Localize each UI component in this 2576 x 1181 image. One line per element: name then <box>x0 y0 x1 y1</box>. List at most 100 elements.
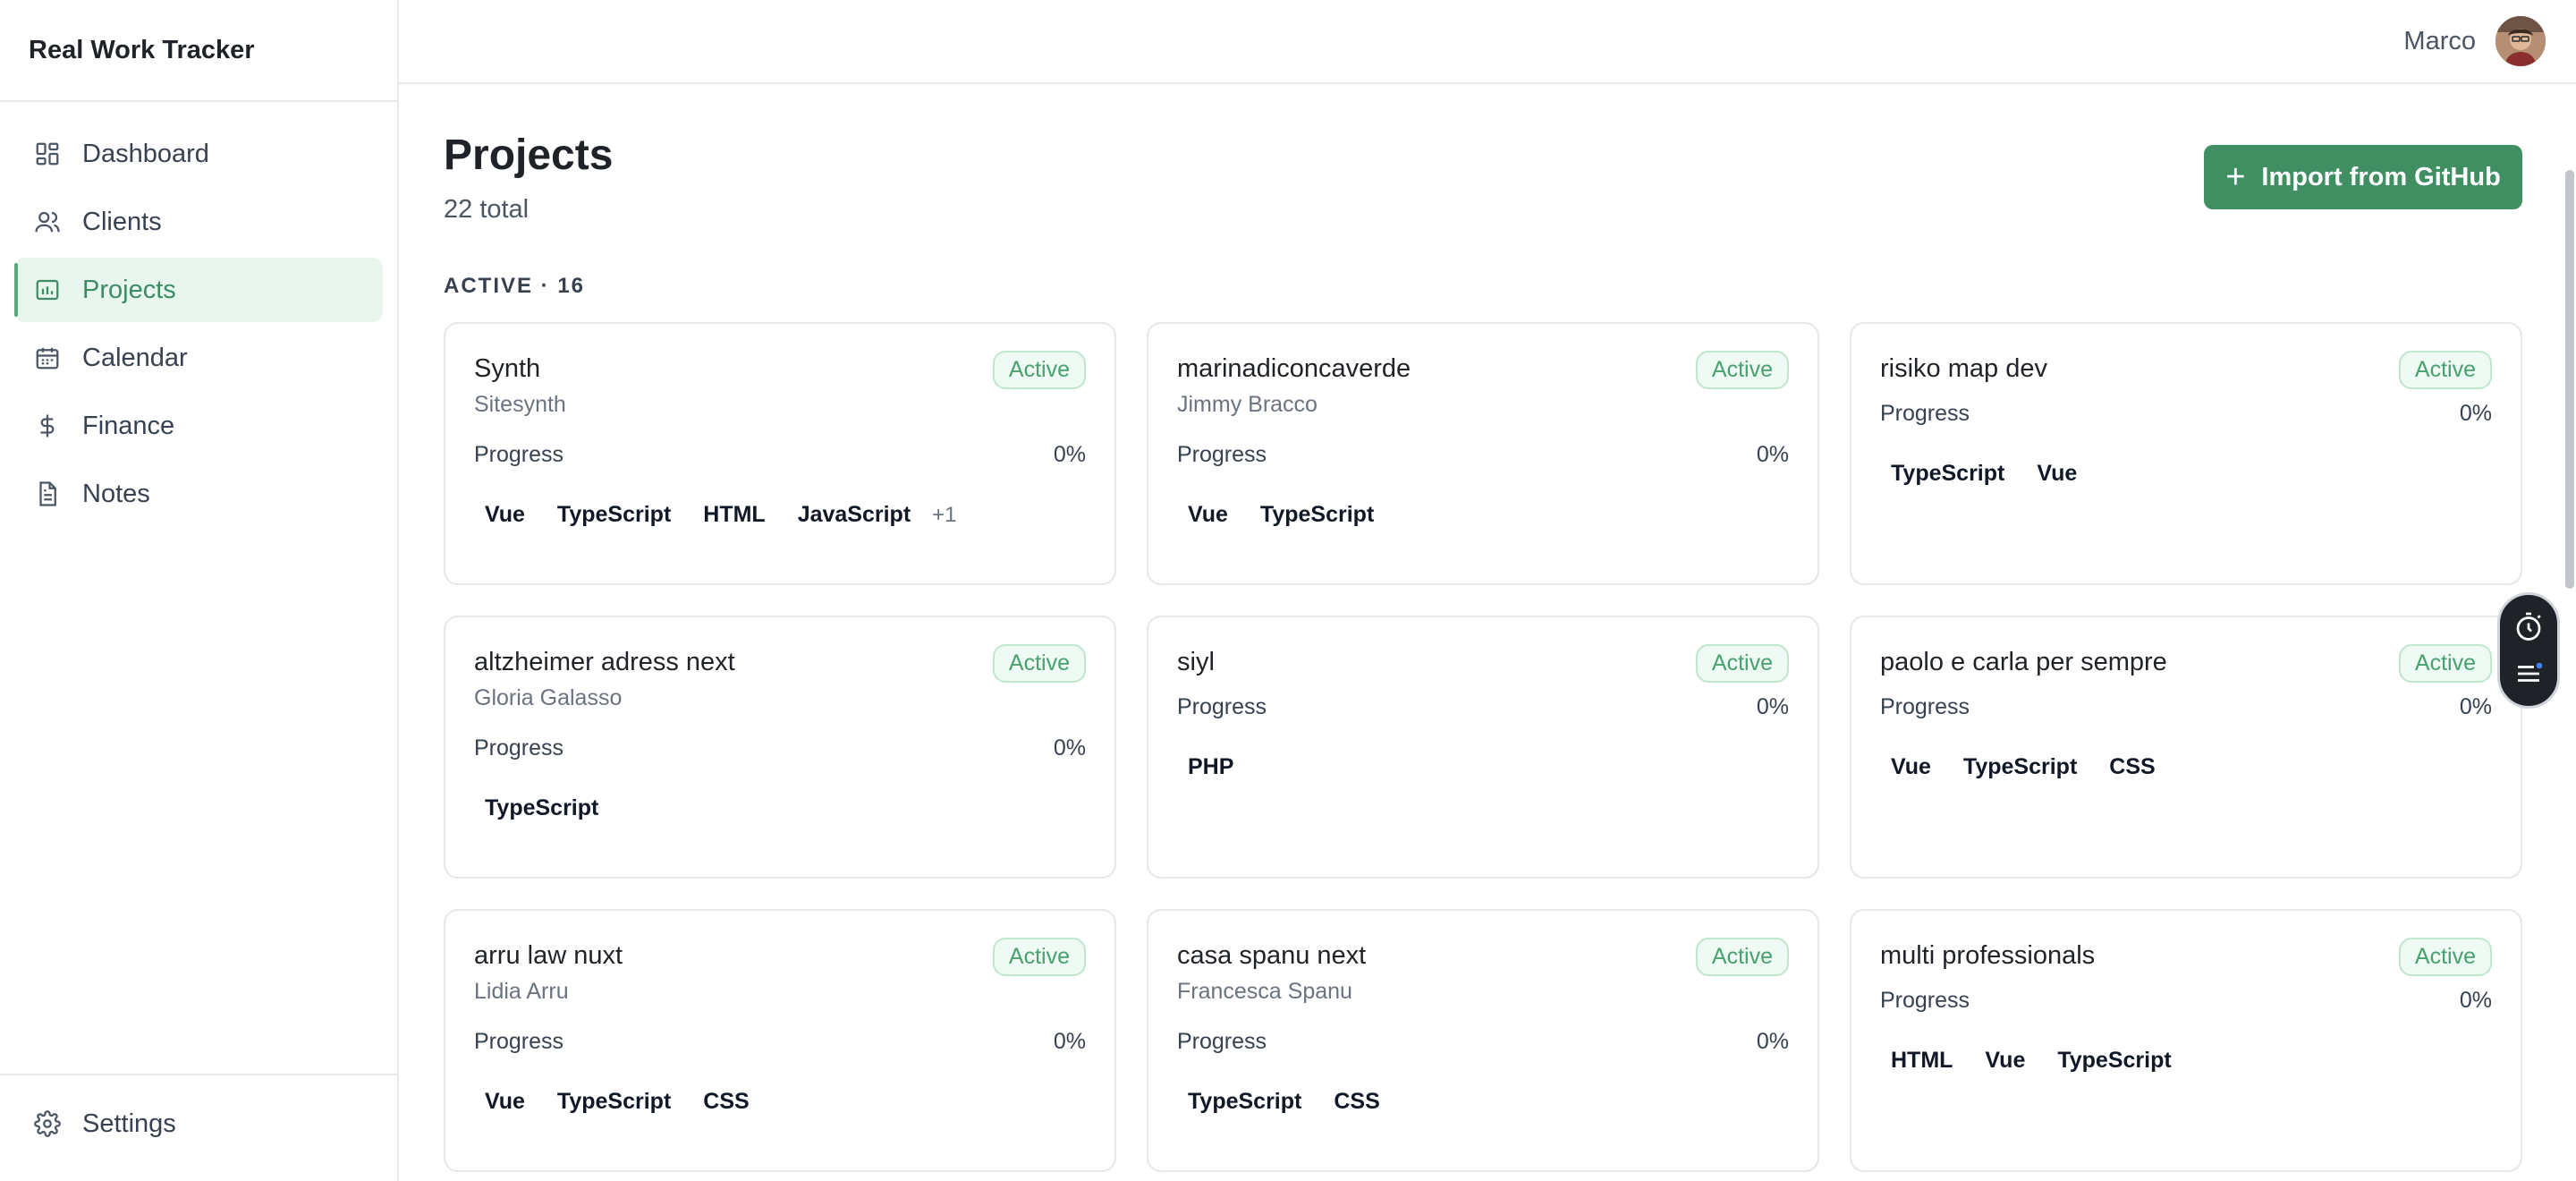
sidebar-item-label: Notes <box>82 479 150 508</box>
notes-icon <box>39 481 56 506</box>
status-badge: Active <box>992 644 1086 683</box>
tech-tag: Vue <box>1985 1048 2026 1073</box>
tech-tags: TypeScript CSS <box>1177 1089 1789 1115</box>
tech-tag: Vue <box>485 1089 525 1114</box>
progress-row: Progress 0% <box>1880 401 2492 427</box>
status-badge: Active <box>1695 351 1789 389</box>
sidebar-item-notes[interactable]: Notes <box>14 462 383 526</box>
tech-tags: TypeScript <box>474 795 1086 821</box>
project-client: Gloria Galasso <box>474 685 623 710</box>
progress-label: Progress <box>1880 988 1970 1013</box>
progress-value: 0% <box>1053 442 1086 467</box>
project-card[interactable]: altzheimer adress next Active Gloria Galas… <box>444 616 1116 879</box>
tech-tag: TypeScript <box>1188 1089 1302 1114</box>
sidebar-item-settings[interactable]: Settings <box>14 1092 383 1156</box>
tech-tags: TypeScript Vue <box>1880 461 2492 487</box>
dollar-icon <box>40 414 55 438</box>
tech-tags: Vue TypeScript HTML JavaScript +1 <box>474 502 1086 528</box>
tech-tag: HTML <box>1891 1048 1953 1073</box>
tech-tag: HTML <box>703 502 766 527</box>
project-card[interactable]: siyl Active Progress 0% PHP <box>1147 616 1819 879</box>
progress-label: Progress <box>1880 401 1970 426</box>
import-button-label: Import from GitHub <box>2261 162 2501 191</box>
tech-tag: PHP <box>1188 754 1234 779</box>
tech-tag: CSS <box>703 1089 750 1114</box>
tech-tags: HTML Vue TypeScript <box>1880 1048 2492 1074</box>
sidebar-nav: Dashboard Clients Projects Calendar Fina… <box>0 102 397 526</box>
sidebar-item-calendar[interactable]: Calendar <box>14 326 383 390</box>
project-card[interactable]: arru law nuxt Active Lidia Arru Progress 0% V… <box>444 909 1116 1172</box>
sidebar-item-finance[interactable]: Finance <box>14 394 383 458</box>
tech-tag: TypeScript <box>556 502 672 527</box>
avatar[interactable] <box>2496 16 2546 66</box>
sidebar-footer: Settings <box>0 1074 397 1181</box>
topbar: Marco <box>399 0 2576 84</box>
sidebar-item-clients[interactable]: Clients <box>14 190 383 254</box>
project-grid: Synth Active Sitesynth Progress 0% Vue TypeScr… <box>444 322 2522 1172</box>
project-client: Sitesynth <box>474 392 566 417</box>
progress-row: Progress 0% <box>1177 694 1789 720</box>
tech-tag: Vue <box>485 502 525 527</box>
sidebar-item-dashboard[interactable]: Dashboard <box>14 122 383 186</box>
project-client: Francesca Spanu <box>1177 979 1352 1004</box>
username[interactable]: Marco <box>2403 27 2476 56</box>
tech-tags: Vue TypeScript CSS <box>474 1089 1086 1115</box>
sidebar-item-label: Calendar <box>82 343 188 372</box>
import-from-github-button[interactable]: + Import from GitHub <box>2204 145 2522 209</box>
progress-value: 0% <box>2459 401 2492 426</box>
sidebar-item-label: Finance <box>82 411 175 440</box>
project-card[interactable]: multi professionals Active Progress 0% HTML V… <box>1850 909 2522 1172</box>
tech-tag: TypeScript <box>1259 502 1375 527</box>
scrollbar-thumb[interactable] <box>2565 170 2574 589</box>
tech-tag: Vue <box>2037 461 2078 486</box>
progress-value: 0% <box>1756 694 1789 719</box>
calendar-icon <box>36 347 59 370</box>
progress-value: 0% <box>1756 442 1789 467</box>
timer-icon[interactable] <box>2512 611 2545 643</box>
project-card[interactable]: risiko map dev Active Progress 0% TypeScript… <box>1850 322 2522 585</box>
floating-timer-widget[interactable] <box>2497 592 2560 709</box>
progress-row: Progress 0% <box>474 442 1086 468</box>
project-card[interactable]: Synth Active Sitesynth Progress 0% Vue TypeScr… <box>444 322 1116 585</box>
projects-icon <box>36 279 59 301</box>
app: Real Work Tracker Dashboard Clients Proj… <box>0 0 2576 1181</box>
dashboard-icon <box>36 142 59 166</box>
tech-tags: PHP <box>1177 754 1789 780</box>
progress-row: Progress 0% <box>1880 694 2492 720</box>
tech-tag: CSS <box>1334 1089 1380 1114</box>
app-title: Real Work Tracker <box>0 0 397 102</box>
status-badge: Active <box>1695 644 1789 683</box>
progress-value: 0% <box>1756 1029 1789 1054</box>
tech-tag: CSS <box>2109 754 2156 779</box>
progress-row: Progress 0% <box>474 1029 1086 1055</box>
progress-row: Progress 0% <box>1177 1029 1789 1055</box>
sidebar-item-label: Dashboard <box>82 139 209 168</box>
status-badge: Active <box>2398 351 2492 389</box>
tech-tags: Vue TypeScript CSS <box>1880 754 2492 780</box>
more-tags-count: +1 <box>932 502 957 527</box>
gear-icon <box>34 1110 61 1137</box>
project-card[interactable]: marinadiconcaverde Active Jimmy Bracco Prog… <box>1147 322 1819 585</box>
tech-tag: Vue <box>1188 502 1228 527</box>
projects-total-count: 22 total <box>444 195 530 224</box>
scrollbar-track[interactable] <box>2563 84 2576 1181</box>
avatar-image <box>2496 16 2546 66</box>
section-label-active: ACTIVE · 16 <box>444 274 586 298</box>
progress-value: 0% <box>1053 1029 1086 1054</box>
tech-tag: TypeScript <box>1962 754 2078 779</box>
progress-label: Progress <box>474 1029 564 1054</box>
project-client: Lidia Arru <box>474 979 569 1004</box>
progress-label: Progress <box>1177 442 1267 467</box>
project-client: Jimmy Bracco <box>1177 392 1318 417</box>
project-card[interactable]: casa spanu next Active Francesca Spanu Prog… <box>1147 909 1819 1172</box>
progress-label: Progress <box>474 442 564 467</box>
progress-value: 0% <box>1053 735 1086 760</box>
menu-notification-icon[interactable] <box>2512 658 2545 690</box>
project-card[interactable]: paolo e carla per sempre Active Progress 0%… <box>1850 616 2522 879</box>
tech-tag: TypeScript <box>485 795 599 820</box>
progress-value: 0% <box>2459 988 2492 1013</box>
tech-tag: TypeScript <box>556 1089 672 1114</box>
sidebar-item-projects[interactable]: Projects <box>14 258 383 322</box>
page-title: Projects <box>444 132 614 179</box>
tech-tag: Vue <box>1891 754 1931 779</box>
